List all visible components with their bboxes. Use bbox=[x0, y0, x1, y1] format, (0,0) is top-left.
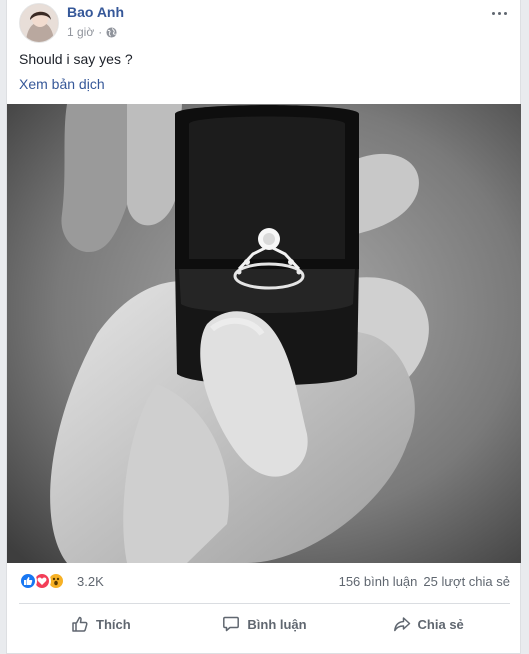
reaction-count[interactable]: 3.2K bbox=[77, 574, 104, 589]
engagement-counts: 156 bình luận 25 lượt chia sẻ bbox=[339, 574, 510, 589]
post-card: Bao Anh 1 giờ · Should i say yes ? Xem b… bbox=[6, 0, 521, 654]
like-label: Thích bbox=[96, 616, 131, 632]
author-name[interactable]: Bao Anh bbox=[67, 4, 124, 20]
avatar[interactable] bbox=[19, 3, 59, 43]
ring-box-image bbox=[7, 104, 521, 563]
meta-separator: · bbox=[98, 25, 103, 39]
share-icon bbox=[393, 617, 410, 632]
post-meta: 1 giờ · bbox=[67, 25, 117, 39]
comment-label: Bình luận bbox=[247, 616, 307, 632]
share-button[interactable]: Chia sẻ bbox=[346, 606, 510, 642]
comment-count[interactable]: 156 bình luận bbox=[339, 574, 418, 589]
actions-divider bbox=[19, 603, 510, 604]
like-icon bbox=[19, 572, 37, 590]
post-caption: Should i say yes ? bbox=[19, 51, 133, 67]
share-count[interactable]: 25 lượt chia sẻ bbox=[423, 574, 510, 589]
comment-icon bbox=[223, 616, 240, 632]
post-time[interactable]: 1 giờ bbox=[67, 25, 94, 39]
post-header: Bao Anh 1 giờ · bbox=[19, 0, 509, 46]
globe-icon[interactable] bbox=[106, 26, 117, 38]
post-actions: Thích Bình luận Chia sẻ bbox=[19, 606, 510, 642]
thumbs-up-icon bbox=[72, 616, 88, 632]
share-label: Chia sẻ bbox=[417, 616, 464, 632]
reaction-stats: 3.2K 156 bình luận 25 lượt chia sẻ bbox=[19, 570, 510, 594]
avatar-image bbox=[20, 4, 58, 42]
post-photo[interactable] bbox=[7, 104, 521, 563]
like-button[interactable]: Thích bbox=[19, 606, 183, 642]
reaction-icons[interactable] bbox=[19, 572, 65, 590]
more-options-icon[interactable] bbox=[489, 6, 509, 20]
see-translation-link[interactable]: Xem bản dịch bbox=[19, 76, 105, 92]
comment-button[interactable]: Bình luận bbox=[183, 606, 347, 642]
